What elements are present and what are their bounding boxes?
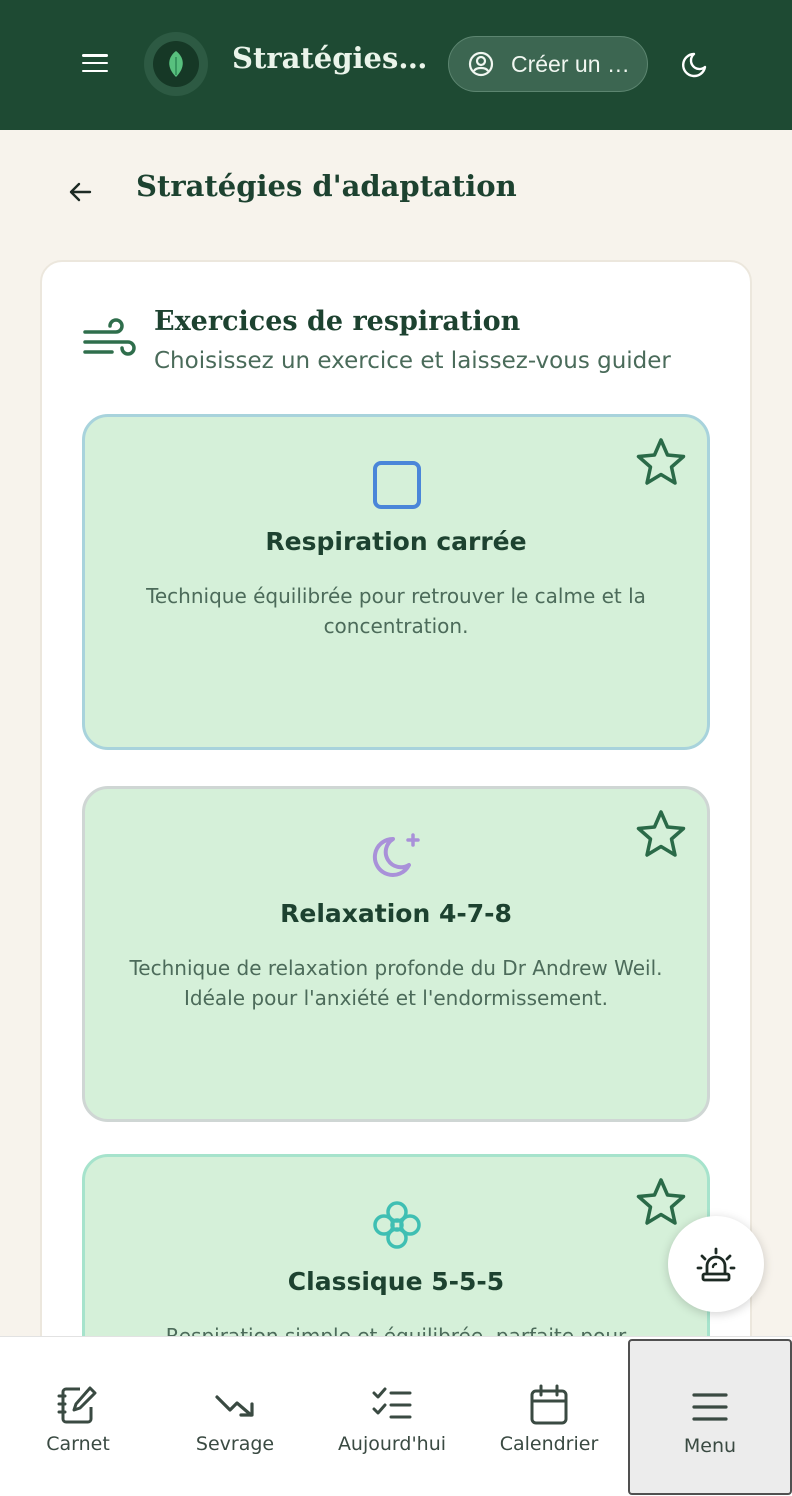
wind-icon bbox=[83, 318, 136, 356]
nav-item-menu[interactable]: Menu bbox=[628, 1339, 792, 1495]
leaf-icon bbox=[153, 41, 199, 87]
create-account-label: Créer un compte bbox=[511, 50, 631, 77]
nav-item-calendrier[interactable]: Calendrier bbox=[479, 1337, 619, 1496]
moon-star-icon bbox=[372, 833, 420, 877]
exercise-description: Technique équilibrée pour retrouver le c… bbox=[146, 584, 646, 638]
menu-icon bbox=[692, 1393, 728, 1421]
square-icon bbox=[373, 461, 421, 509]
trending-down-icon bbox=[215, 1395, 254, 1417]
list-checks-icon bbox=[372, 1387, 412, 1419]
app-title: Stratégies d'adaptation bbox=[232, 41, 432, 75]
favorite-star-icon[interactable] bbox=[633, 807, 689, 863]
flower-icon bbox=[373, 1201, 421, 1249]
page-title: Stratégies d'adaptation bbox=[136, 169, 517, 203]
notebook-pen-icon bbox=[57, 1386, 97, 1424]
emergency-alarm-button[interactable] bbox=[668, 1216, 764, 1312]
section-subtitle: Choisissez un exercice et laissez-vous g… bbox=[154, 348, 671, 374]
app-logo[interactable] bbox=[144, 32, 208, 96]
nav-item-aujourdhui[interactable]: Aujourd'hui bbox=[322, 1337, 462, 1496]
section-title: Exercices de respiration bbox=[154, 306, 521, 337]
top-bar: Stratégies d'adaptation Créer un compte bbox=[0, 0, 792, 130]
calendar-icon bbox=[530, 1384, 568, 1425]
moon-icon[interactable] bbox=[680, 48, 712, 80]
nav-label: Sevrage bbox=[195, 1433, 275, 1455]
nav-label: Calendrier bbox=[499, 1433, 599, 1455]
exercise-description: Technique de relaxation profonde du Dr A… bbox=[129, 956, 663, 1010]
bottom-navigation: Carnet Sevrage Aujourd'hui Calendrier Me… bbox=[0, 1336, 792, 1496]
user-circle-icon bbox=[468, 51, 494, 77]
favorite-star-icon[interactable] bbox=[633, 435, 689, 491]
nav-item-sevrage[interactable]: Sevrage bbox=[165, 1337, 305, 1496]
favorite-star-icon[interactable] bbox=[633, 1175, 689, 1231]
exercise-name: Relaxation 4-7-8 bbox=[280, 899, 512, 928]
nav-label: Carnet bbox=[46, 1433, 110, 1455]
nav-item-carnet[interactable]: Carnet bbox=[8, 1337, 148, 1496]
nav-label: Aujourd'hui bbox=[337, 1433, 447, 1455]
create-account-button[interactable]: Créer un compte bbox=[448, 36, 648, 92]
hamburger-menu-icon[interactable] bbox=[82, 52, 108, 74]
exercise-name: Respiration carrée bbox=[265, 527, 527, 556]
exercise-name: Classique 5-5-5 bbox=[287, 1267, 505, 1296]
back-arrow-icon[interactable] bbox=[64, 176, 96, 208]
nav-label: Menu bbox=[683, 1435, 737, 1457]
siren-icon bbox=[696, 1247, 736, 1282]
exercise-card-box-breathing[interactable]: Respiration carrée Technique équilibrée … bbox=[82, 414, 710, 750]
exercise-card-relaxation-478[interactable]: Relaxation 4-7-8 Technique de relaxation… bbox=[82, 786, 710, 1122]
